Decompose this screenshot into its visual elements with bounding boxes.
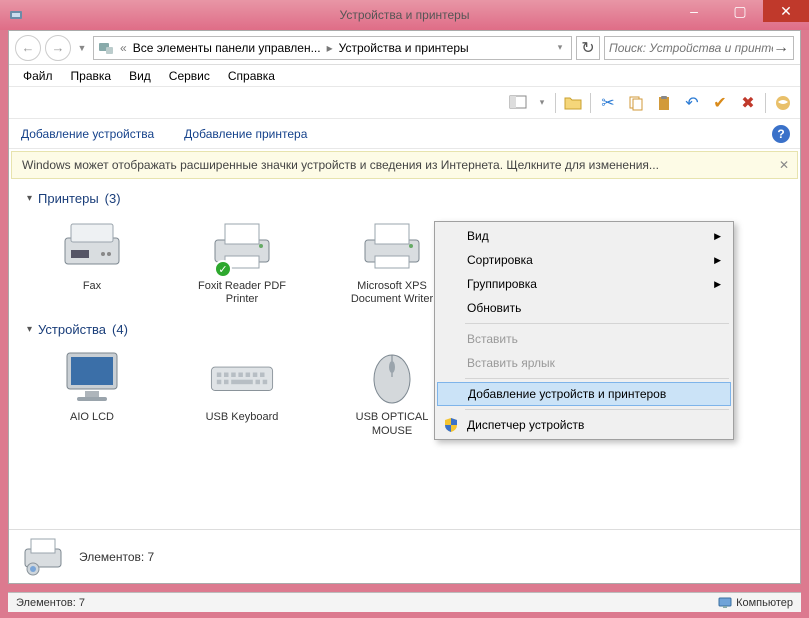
cm-sort[interactable]: Сортировка▶ [437, 248, 731, 272]
redo-icon[interactable]: ✔ [709, 92, 731, 114]
monitor-icon [56, 347, 128, 407]
status-right: Компьютер [736, 597, 793, 609]
cm-sep [465, 323, 729, 324]
computer-icon [718, 596, 732, 610]
menu-view[interactable]: Вид [121, 67, 159, 85]
cmd-add-device[interactable]: Добавление устройства [21, 127, 154, 141]
collapse-caret[interactable]: ▾ [27, 193, 32, 204]
toolbar-dropdown[interactable]: ▾ [535, 97, 549, 108]
minimize-button[interactable]: – [671, 0, 717, 22]
device-label: AIO LCD [70, 411, 114, 424]
breadcrumb-part2[interactable]: Устройства и принтеры [339, 41, 469, 55]
info-banner[interactable]: Windows может отображать расширенные зна… [11, 151, 798, 179]
devices-icon [98, 40, 114, 56]
cmd-add-printer[interactable]: Добавление принтера [184, 127, 307, 141]
context-menu: Вид▶ Сортировка▶ Группировка▶ Обновить В… [434, 221, 734, 440]
undo-icon[interactable]: ↶ [681, 92, 703, 114]
section-devices-count: (4) [112, 322, 128, 337]
paste-icon[interactable] [653, 92, 675, 114]
close-button[interactable]: ✕ [763, 0, 809, 22]
toolbar-sep2 [590, 93, 591, 113]
keyboard-icon [206, 347, 278, 407]
device-label: USB Keyboard [206, 411, 279, 424]
fax-icon [56, 216, 128, 276]
menu-service[interactable]: Сервис [161, 67, 218, 85]
address-bar[interactable]: « Все элементы панели управлен... ▸ Устр… [93, 36, 572, 60]
section-printers-title: Принтеры [38, 191, 99, 206]
cm-device-manager[interactable]: Диспетчер устройств [437, 413, 731, 437]
refresh-button[interactable]: ↻ [576, 36, 600, 60]
device-label: Microsoft XPS Document Writer [337, 280, 447, 306]
device-label: USB OPTICAL MOUSE [337, 411, 447, 437]
cm-refresh[interactable]: Обновить [437, 296, 731, 320]
breadcrumb-prefix: « [120, 41, 127, 55]
nav-history-dropdown[interactable]: ▼ [75, 43, 89, 53]
search-input[interactable] [609, 41, 773, 55]
copy-icon[interactable] [625, 92, 647, 114]
printer-icon [356, 216, 428, 276]
device-fax[interactable]: Fax [37, 216, 147, 306]
back-button[interactable]: ← [15, 35, 41, 61]
cm-paste: Вставить [437, 327, 731, 351]
shield-icon [443, 417, 459, 433]
banner-text: Windows может отображать расширенные зна… [22, 158, 659, 172]
toolbar: ▾ ✂ ↶ ✔ ✖ [9, 87, 800, 119]
cm-sep [465, 378, 729, 379]
delete-icon[interactable]: ✖ [737, 92, 759, 114]
cm-view[interactable]: Вид▶ [437, 224, 731, 248]
app-icon [8, 7, 24, 23]
printer-icon: ✓ [206, 216, 278, 276]
nav-row: ← → ▼ « Все элементы панели управлен... … [9, 31, 800, 65]
device-xps-printer[interactable]: Microsoft XPS Document Writer [337, 216, 447, 306]
forward-button[interactable]: → [45, 35, 71, 61]
default-check-icon: ✓ [214, 260, 232, 278]
status-bar: Элементов: 7 Компьютер [8, 592, 801, 612]
footer-elements: Элементов: 7 [79, 550, 154, 564]
breadcrumb-sep: ▸ [327, 41, 333, 55]
section-printers[interactable]: ▾ Принтеры (3) [27, 191, 782, 206]
device-foxit-printer[interactable]: ✓ Foxit Reader PDF Printer [187, 216, 297, 306]
search-go-button[interactable]: → [773, 39, 789, 57]
menu-edit[interactable]: Правка [63, 67, 120, 85]
content-area[interactable]: ▾ Принтеры (3) Fax ✓ Fo [9, 181, 800, 529]
cm-group[interactable]: Группировка▶ [437, 272, 731, 296]
printer-summary-icon [21, 537, 65, 577]
command-bar: Добавление устройства Добавление принтер… [9, 119, 800, 149]
device-mouse[interactable]: USB OPTICAL MOUSE [337, 347, 447, 437]
menu-file[interactable]: Файл [15, 67, 61, 85]
cm-sep [465, 409, 729, 410]
section-devices-title: Устройства [38, 322, 106, 337]
titlebar: Устройства и принтеры – ▢ ✕ [0, 0, 809, 30]
menubar: Файл Правка Вид Сервис Справка [9, 65, 800, 87]
section-printers-count: (3) [105, 191, 121, 206]
cm-add-devices[interactable]: Добавление устройств и принтеров [437, 382, 731, 406]
device-label: Fax [83, 280, 101, 293]
cm-paste-shortcut: Вставить ярлык [437, 351, 731, 375]
help-icon[interactable]: ? [772, 125, 790, 143]
details-pane: Элементов: 7 [9, 529, 800, 583]
maximize-button[interactable]: ▢ [717, 0, 763, 22]
organize-icon[interactable] [507, 92, 529, 114]
status-left: Элементов: 7 [16, 597, 85, 609]
toolbar-sep3 [765, 93, 766, 113]
collapse-caret[interactable]: ▾ [27, 324, 32, 335]
device-monitor[interactable]: AIO LCD [37, 347, 147, 437]
toolbar-sep [555, 93, 556, 113]
menu-help[interactable]: Справка [220, 67, 283, 85]
search-box[interactable]: → [604, 36, 794, 60]
extra-icon[interactable] [772, 92, 794, 114]
folder-icon[interactable] [562, 92, 584, 114]
address-dropdown[interactable]: ▾ [553, 42, 567, 53]
mouse-icon [356, 347, 428, 407]
device-keyboard[interactable]: USB Keyboard [187, 347, 297, 437]
cut-icon[interactable]: ✂ [597, 92, 619, 114]
banner-close[interactable]: ✕ [779, 158, 789, 172]
device-label: Foxit Reader PDF Printer [187, 280, 297, 306]
breadcrumb-part1[interactable]: Все элементы панели управлен... [133, 41, 321, 55]
